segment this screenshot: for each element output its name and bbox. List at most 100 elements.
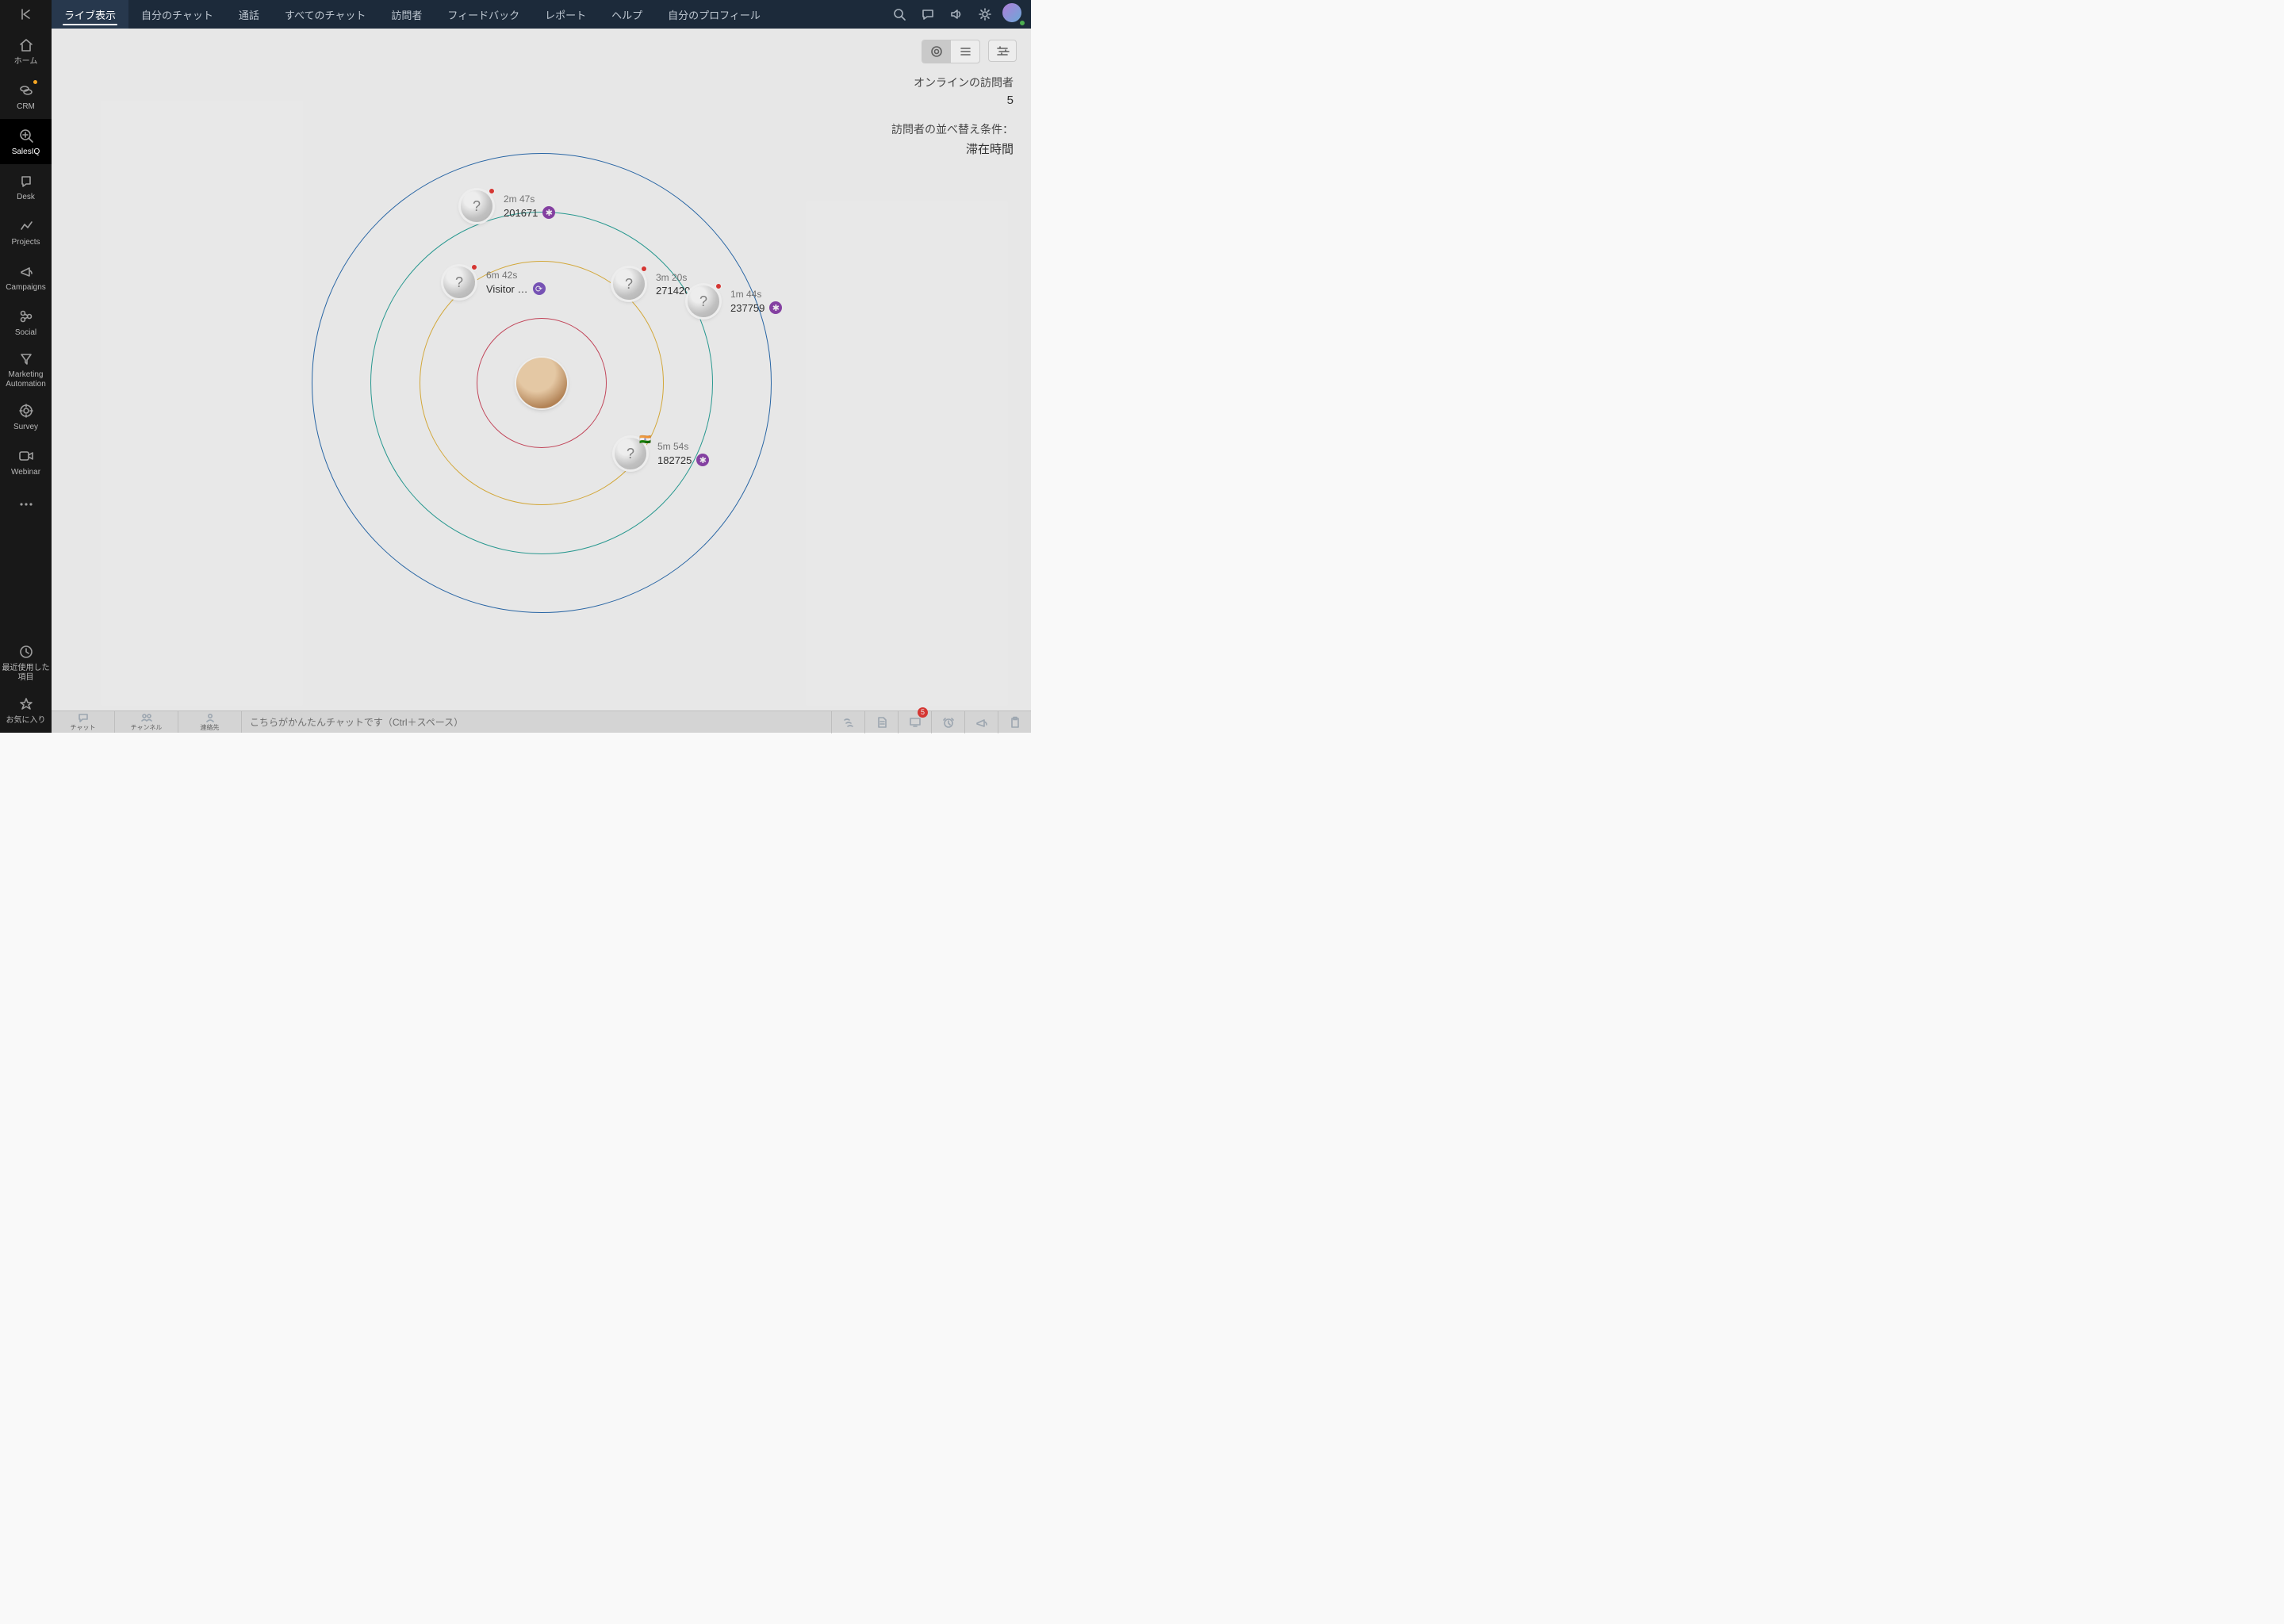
visitor-meta: 6m 42s Visitor … ⟳ — [486, 270, 546, 295]
chat-tool-clipboard[interactable] — [998, 711, 1031, 733]
view-list-button[interactable] — [951, 40, 979, 63]
asterisk-badge-icon: ✱ — [542, 206, 555, 219]
chat-tool-screen[interactable]: 5 — [898, 711, 931, 733]
clock-icon — [18, 643, 34, 661]
avatar-icon — [1002, 3, 1021, 22]
visitor-avatar-icon: ? — [461, 190, 492, 222]
repeat-badge-icon: ⟳ — [533, 282, 546, 295]
visitor-time: 2m 47s — [504, 193, 555, 205]
visitor-time: 6m 42s — [486, 270, 546, 281]
visitor-blip[interactable]: ? 2m 47s 201671 ✱ — [461, 190, 555, 222]
top-chat-button[interactable] — [914, 0, 942, 29]
rail-item-campaigns[interactable]: Campaigns — [0, 255, 52, 300]
chat-bubble-icon — [78, 713, 89, 722]
tab-live-view[interactable]: ライブ表示 — [52, 0, 128, 29]
main-canvas: オンラインの訪問者 5 訪問者の並べ替え条件： 滞在時間 ?2m 47s2016… — [52, 29, 1031, 710]
rail-more-button[interactable] — [0, 485, 52, 524]
rail-item-label: Desk — [17, 193, 35, 202]
top-sound-button[interactable] — [942, 0, 971, 29]
visitor-id: 182725 — [657, 454, 692, 466]
chat-tool-document[interactable] — [864, 711, 898, 733]
star-icon — [18, 695, 34, 713]
asterisk-badge-icon: ✱ — [769, 301, 782, 314]
visitor-avatar-icon: ? — [613, 268, 645, 300]
rail-item-salesiq[interactable]: SalesIQ — [0, 119, 52, 164]
social-icon — [18, 308, 34, 325]
rail-recent[interactable]: 最近使用した項目 — [0, 638, 52, 688]
tab-my-profile[interactable]: 自分のプロフィール — [655, 0, 773, 29]
survey-icon — [18, 402, 34, 419]
rail-item-survey[interactable]: Survey — [0, 394, 52, 439]
top-profile-avatar[interactable] — [1002, 3, 1025, 25]
rail-favorites[interactable]: お気に入り — [0, 688, 52, 733]
rail-item-label: お気に入り — [6, 716, 46, 726]
top-search-button[interactable] — [885, 0, 914, 29]
quick-chat-input[interactable] — [250, 717, 823, 728]
rail-item-webinar[interactable]: Webinar — [0, 439, 52, 485]
rail-item-projects[interactable]: Projects — [0, 209, 52, 255]
chat-tool-collaborate[interactable] — [831, 711, 864, 733]
notification-dot-icon — [33, 80, 37, 84]
tab-feedback[interactable]: フィードバック — [435, 0, 532, 29]
rail-item-home[interactable]: ホーム — [0, 29, 52, 74]
rail-item-label: CRM — [17, 102, 35, 112]
rail-item-label: Campaigns — [6, 283, 46, 293]
asterisk-badge-icon: ✱ — [696, 454, 709, 466]
chat-tool-announce[interactable] — [964, 711, 998, 733]
tab-calls[interactable]: 通話 — [226, 0, 272, 29]
visitor-time: 3m 20s — [656, 272, 690, 283]
chat-tab-channel[interactable]: チャンネル — [115, 711, 178, 733]
campaigns-icon — [18, 262, 34, 280]
visitor-id: 237759 — [730, 302, 765, 314]
funnel-icon — [18, 350, 34, 367]
sort-by-value[interactable]: 滞在時間 — [891, 140, 1014, 157]
chat-tab-contacts[interactable]: 連絡先 — [178, 711, 242, 733]
visitor-avatar-icon: ? — [688, 285, 719, 317]
tab-report[interactable]: レポート — [532, 0, 599, 29]
visitor-blip[interactable]: ?🇮🇳5m 54s182725✱ — [615, 438, 709, 469]
tab-label: レポート — [545, 7, 586, 22]
left-rail: ホーム CRM SalesIQ Desk Projects Campaigns … — [0, 0, 52, 733]
rail-item-social[interactable]: Social — [0, 300, 52, 345]
sort-by-label: 訪問者の並べ替え条件： — [891, 121, 1014, 137]
tab-all-chats[interactable]: すべてのチャット — [272, 0, 378, 29]
view-rings-button[interactable] — [922, 40, 951, 63]
visitor-blip[interactable]: ?6m 42sVisitor …⟳ — [443, 266, 546, 298]
rail-item-crm[interactable]: CRM — [0, 74, 52, 119]
visitor-avatar-wrap: ? — [688, 285, 719, 317]
visitor-meta: 2m 47s 201671 ✱ — [504, 193, 555, 219]
tab-label: すべてのチャット — [285, 7, 366, 22]
visitor-meta: 5m 54s182725✱ — [657, 441, 709, 466]
visitor-blip[interactable]: ?1m 44s237759✱ — [688, 285, 782, 317]
tab-label: フィードバック — [447, 7, 519, 22]
visitor-id: Visitor … — [486, 283, 528, 295]
presence-indicator-icon — [1019, 20, 1025, 26]
rail-item-marketing-automation[interactable]: Marketing Automation — [0, 345, 52, 394]
tab-label: 自分のプロフィール — [668, 7, 761, 22]
webinar-icon — [17, 447, 35, 465]
tab-visitors[interactable]: 訪問者 — [378, 0, 435, 29]
operator-avatar[interactable] — [516, 358, 567, 408]
view-filter-button[interactable] — [988, 40, 1017, 62]
visitor-meta: 3m 20s271420 — [656, 272, 690, 297]
rail-item-label: Marketing Automation — [0, 370, 52, 389]
chat-tab-label: チャット — [71, 723, 96, 732]
salesiq-icon — [18, 127, 34, 144]
visitor-id: 201671 — [504, 207, 538, 219]
tab-my-chats[interactable]: 自分のチャット — [128, 0, 226, 29]
top-settings-button[interactable] — [971, 0, 999, 29]
people-icon — [140, 713, 153, 722]
rail-item-desk[interactable]: Desk — [0, 164, 52, 209]
chat-tab-chat[interactable]: チャット — [52, 711, 115, 733]
view-mode-switcher — [922, 40, 1017, 63]
rail-apps-group: ホーム CRM SalesIQ Desk Projects Campaigns … — [0, 29, 52, 524]
visitor-blip[interactable]: ? 3m 20s271420 — [613, 268, 690, 300]
rail-collapse-button[interactable] — [0, 0, 52, 29]
chat-tab-label: 連絡先 — [201, 723, 220, 732]
visitor-avatar-wrap: ?🇮🇳 — [615, 438, 646, 469]
chat-tool-reminder[interactable] — [931, 711, 964, 733]
visitor-avatar-wrap: ? — [461, 190, 492, 222]
status-dot-icon — [489, 188, 495, 194]
tab-help[interactable]: ヘルプ — [599, 0, 655, 29]
tab-label: 通話 — [239, 7, 259, 22]
